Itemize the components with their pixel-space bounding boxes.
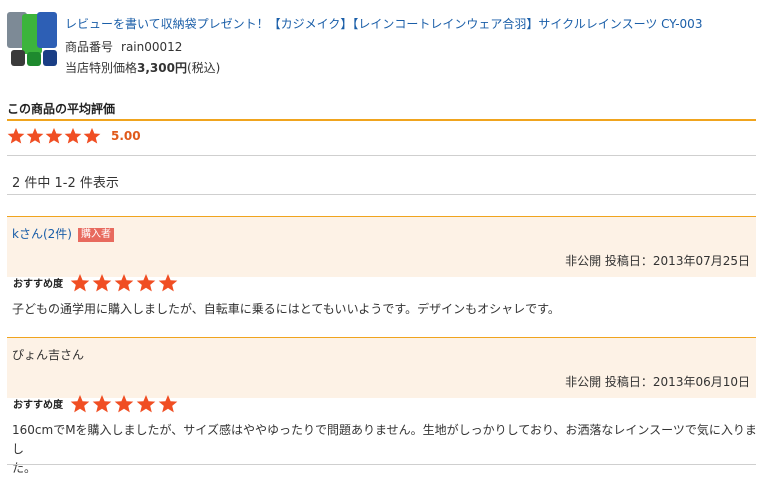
star-icon bbox=[136, 274, 156, 292]
star-icon bbox=[83, 127, 101, 144]
recommendation-label: おすすめ度 bbox=[13, 400, 63, 411]
review-comment-line: 160cmでMを購入しましたが、サイズ感はややゆったりで問題ありません。生地がし… bbox=[12, 423, 757, 456]
star-icon bbox=[64, 127, 82, 144]
divider bbox=[7, 119, 756, 121]
star-icon bbox=[114, 274, 134, 292]
average-rating-heading: この商品の平均評価 bbox=[7, 102, 116, 116]
star-icon bbox=[45, 127, 63, 144]
review-meta: 非公開 投稿日：2013年06月10日 bbox=[565, 375, 750, 389]
star-icon bbox=[70, 395, 90, 413]
star-icon bbox=[158, 395, 178, 413]
buyer-badge: 購入者 bbox=[77, 228, 114, 242]
review-count: 2 件中 1-2 件表示 bbox=[12, 176, 119, 191]
divider bbox=[7, 194, 756, 195]
price-label: 当店特別価格 bbox=[65, 61, 138, 75]
product-title-link[interactable]: レビューを書いて収納袋プレゼント！【カジメイク】【レインコートレインウェア合羽】… bbox=[65, 15, 702, 32]
average-stars bbox=[7, 127, 102, 145]
star-icon bbox=[26, 127, 44, 144]
star-icon bbox=[114, 395, 134, 413]
star-icon bbox=[136, 395, 156, 413]
review-meta: 非公開 投稿日：2013年07月25日 bbox=[565, 254, 750, 268]
recommendation-label: おすすめ度 bbox=[13, 279, 63, 290]
reviewer-name: ぴょん吉さん bbox=[12, 348, 85, 362]
review-stars bbox=[70, 273, 180, 293]
product-code: 商品番号 rain00012 bbox=[65, 38, 182, 55]
average-rating-value: 5.00 bbox=[111, 129, 141, 143]
divider bbox=[7, 464, 756, 465]
product-code-label: 商品番号 bbox=[65, 40, 114, 54]
product-price: 当店特別価格3,300円(税込) bbox=[65, 59, 220, 76]
divider bbox=[7, 155, 756, 156]
review-comment-line: た。 bbox=[12, 461, 37, 475]
star-icon bbox=[70, 274, 90, 292]
product-thumbnail[interactable] bbox=[7, 12, 59, 66]
review-comment: 160cmでMを購入しましたが、サイズ感はややゆったりで問題ありません。生地がし… bbox=[12, 421, 761, 478]
review-stars bbox=[70, 394, 180, 414]
star-icon bbox=[92, 395, 112, 413]
review-comment: 子どもの通学用に購入しましたが、自転車に乗るにはとてもいいようです。デザインもオ… bbox=[12, 302, 560, 316]
product-code-value: rain00012 bbox=[121, 40, 183, 54]
product-summary: レビューを書いて収納袋プレゼント！【カジメイク】【レインコートレインウェア合羽】… bbox=[7, 8, 757, 78]
review-header: kさん(2件) 購入者 非公開 投稿日：2013年07月25日 bbox=[7, 216, 756, 277]
star-icon bbox=[158, 274, 178, 292]
price-suffix: (税込) bbox=[186, 61, 221, 75]
review-header: ぴょん吉さん 非公開 投稿日：2013年06月10日 bbox=[7, 337, 756, 398]
star-icon bbox=[92, 274, 112, 292]
reviewer-name[interactable]: kさん(2件) bbox=[12, 227, 72, 241]
reviewer-link[interactable]: kさん(2件) 購入者 bbox=[12, 225, 114, 242]
price-value: 3,300円 bbox=[137, 61, 187, 75]
star-icon bbox=[7, 127, 25, 144]
